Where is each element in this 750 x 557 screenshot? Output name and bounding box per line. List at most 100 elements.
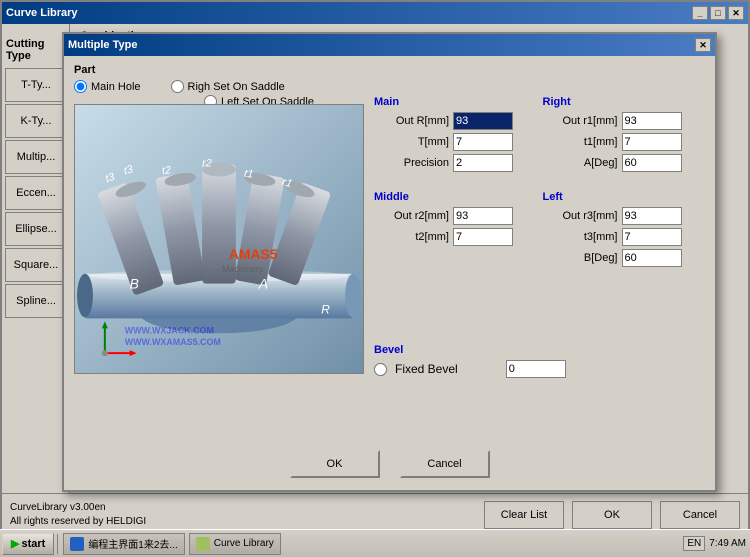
minimize-button[interactable]: _ <box>692 6 708 20</box>
svg-text:B: B <box>130 276 139 292</box>
dialog-title-bar: Multiple Type ✕ <box>64 34 715 56</box>
svg-text:AMAS5: AMAS5 <box>229 246 278 262</box>
clear-list-button[interactable]: Clear List <box>484 501 564 529</box>
part-radio-group: Main Hole Righ Set On Saddle <box>74 80 705 93</box>
fixed-bevel-radio[interactable] <box>374 363 387 376</box>
svg-text:WWW.WXAMAS5.COM: WWW.WXAMAS5.COM <box>125 337 221 347</box>
middle-t2-row: t2[mm] <box>374 228 537 246</box>
middle-out-r2-label: Out r2[mm] <box>374 210 449 222</box>
sidebar-item-k-type[interactable]: K-Ty... <box>5 104 67 138</box>
radio-main-hole[interactable]: Main Hole <box>74 80 141 93</box>
left-t3-input[interactable] <box>622 228 682 246</box>
start-button[interactable]: ▶ start <box>2 533 54 555</box>
svg-text:t1: t1 <box>243 168 254 181</box>
middle-section-title: Middle <box>374 191 537 203</box>
taskbar-item-editor[interactable]: 编程主界面1来2去... <box>63 533 184 555</box>
bevel-value-input[interactable] <box>506 360 566 378</box>
bevel-section: Bevel Fixed Bevel <box>374 344 705 378</box>
start-label: start <box>21 538 45 550</box>
pipe-illustration: t3 t3 t2 r2 t1 r1 B A R WWW.WXJACK.COM <box>75 105 363 373</box>
dialog-title-text: Multiple Type <box>68 39 137 51</box>
svg-text:Machinery: Machinery <box>222 264 264 274</box>
right-t1-label: t1[mm] <box>543 136 618 148</box>
dialog-cancel-button[interactable]: Cancel <box>400 450 490 478</box>
right-adeg-input[interactable] <box>622 154 682 172</box>
pipe-image-area: t3 t3 t2 r2 t1 r1 B A R WWW.WXJACK.COM <box>74 104 364 374</box>
radio-right-set-label: Righ Set On Saddle <box>188 81 285 93</box>
right-t1-row: t1[mm] <box>543 133 706 151</box>
left-bdeg-label: B[Deg] <box>543 252 618 264</box>
dialog-title-buttons: ✕ <box>695 38 711 52</box>
language-badge: EN <box>683 536 705 551</box>
bottom-line1: CurveLibrary v3.00en <box>10 501 146 515</box>
sidebar-section-label: Cutting Type <box>2 34 69 66</box>
clock-display: 7:49 AM <box>709 538 746 549</box>
sidebar-item-spline[interactable]: Spline... <box>5 284 67 318</box>
taskbar-right: EN 7:49 AM <box>683 536 750 551</box>
sidebar-item-eccentric[interactable]: Eccen... <box>5 176 67 210</box>
sidebar-item-t-type[interactable]: T-Ty... <box>5 68 67 102</box>
main-t-row: T[mm] <box>374 133 537 151</box>
fixed-bevel-label: Fixed Bevel <box>395 362 458 376</box>
sidebar: Cutting Type T-Ty... K-Ty... Multip... E… <box>2 24 70 494</box>
main-out-r-input[interactable] <box>453 112 513 130</box>
middle-out-r2-row: Out r2[mm] <box>374 207 537 225</box>
main-ok-button[interactable]: OK <box>572 501 652 529</box>
left-t3-label: t3[mm] <box>543 231 618 243</box>
middle-t2-input[interactable] <box>453 228 513 246</box>
right-section-title: Right <box>543 96 706 108</box>
form-columns: Main Out R[mm] T[mm] Precision Right <box>374 96 705 280</box>
right-out-r1-input[interactable] <box>622 112 682 130</box>
right-adeg-row: A[Deg] <box>543 154 706 172</box>
radio-right-set[interactable]: Righ Set On Saddle <box>171 80 285 93</box>
svg-text:t2: t2 <box>161 164 172 177</box>
title-bar-buttons: _ □ ✕ <box>692 6 744 20</box>
main-title-bar: Curve Library _ □ ✕ <box>2 2 748 24</box>
right-out-r1-label: Out r1[mm] <box>543 115 618 127</box>
taskbar-item-curve[interactable]: Curve Library <box>189 533 281 555</box>
radio-main-hole-input[interactable] <box>74 80 87 93</box>
main-precision-row: Precision <box>374 154 537 172</box>
bevel-title: Bevel <box>374 344 705 356</box>
main-section: Main Out R[mm] T[mm] Precision <box>374 96 537 175</box>
right-adeg-label: A[Deg] <box>543 157 618 169</box>
dialog-buttons: OK Cancel <box>64 450 715 478</box>
left-bdeg-input[interactable] <box>622 249 682 267</box>
main-window: Curve Library _ □ ✕ Cutting Type T-Ty...… <box>0 0 750 537</box>
left-section-title: Left <box>543 191 706 203</box>
radio-right-set-input[interactable] <box>171 80 184 93</box>
taskbar-divider-1 <box>57 534 58 554</box>
middle-out-r2-input[interactable] <box>453 207 513 225</box>
sidebar-item-ellipse[interactable]: Ellipse... <box>5 212 67 246</box>
middle-t2-label: t2[mm] <box>374 231 449 243</box>
main-t-label: T[mm] <box>374 136 449 148</box>
sidebar-item-multiple[interactable]: Multip... <box>5 140 67 174</box>
main-cancel-button[interactable]: Cancel <box>660 501 740 529</box>
part-label: Part <box>74 64 705 76</box>
taskbar: ▶ start 编程主界面1来2去... Curve Library EN 7:… <box>0 529 750 557</box>
dialog-ok-button[interactable]: OK <box>290 450 380 478</box>
editor-icon <box>70 537 84 551</box>
maximize-button[interactable]: □ <box>710 6 726 20</box>
left-out-r3-label: Out r3[mm] <box>543 210 618 222</box>
main-out-r-label: Out R[mm] <box>374 115 449 127</box>
left-t3-row: t3[mm] <box>543 228 706 246</box>
main-t-input[interactable] <box>453 133 513 151</box>
svg-text:r2: r2 <box>202 158 212 170</box>
main-section-title: Main <box>374 96 537 108</box>
right-section: Right Out r1[mm] t1[mm] A[Deg] <box>543 96 706 175</box>
multiple-type-dialog: Multiple Type ✕ Part Main Hole Righ Set … <box>62 32 717 492</box>
curve-icon <box>196 537 210 551</box>
main-precision-input[interactable] <box>453 154 513 172</box>
main-out-r-row: Out R[mm] <box>374 112 537 130</box>
left-bdeg-row: B[Deg] <box>543 249 706 267</box>
dialog-close-button[interactable]: ✕ <box>695 38 711 52</box>
sidebar-item-square[interactable]: Square... <box>5 248 67 282</box>
right-t1-input[interactable] <box>622 133 682 151</box>
left-out-r3-input[interactable] <box>622 207 682 225</box>
bottom-line2: All rights reserved by HELDIGI <box>10 515 146 529</box>
radio-main-hole-label: Main Hole <box>91 81 141 93</box>
close-button[interactable]: ✕ <box>728 6 744 20</box>
bottom-buttons: Clear List OK Cancel <box>484 501 740 529</box>
taskbar-editor-label: 编程主界面1来2去... <box>88 536 177 551</box>
